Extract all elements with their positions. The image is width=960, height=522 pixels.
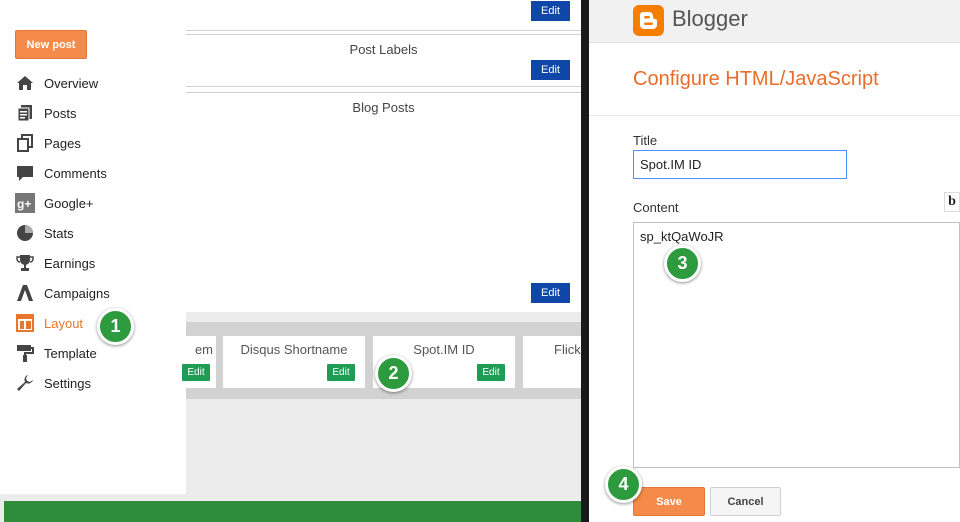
- save-button[interactable]: Save: [633, 487, 705, 516]
- sidebar-item-label: Posts: [44, 105, 77, 121]
- main-column: Edit Post Labels Edit Blog Posts Edit: [186, 0, 581, 312]
- gadget-card-flickr: Flick: [523, 336, 581, 388]
- edit-button[interactable]: Edit: [327, 364, 355, 381]
- sidebar-nav: Overview Posts Pages Comments g+ Google+…: [0, 68, 186, 398]
- sidebar-item-settings[interactable]: Settings: [0, 368, 186, 398]
- edit-button[interactable]: Edit: [477, 364, 505, 381]
- dialog-title: Configure HTML/JavaScript: [633, 68, 879, 90]
- gadget-card-partial: em Edit: [182, 336, 216, 388]
- sidebar: New post Overview Posts Pages Comments g…: [0, 0, 186, 494]
- step-marker-2: 2: [375, 355, 412, 392]
- footer-banner: [4, 501, 585, 522]
- step-marker-1: 1: [97, 308, 134, 345]
- blogger-logo-icon: [633, 5, 664, 36]
- configure-dialog: Blogger Configure HTML/JavaScript Title …: [589, 0, 960, 522]
- step-marker-3: 3: [664, 245, 701, 282]
- comments-icon: [15, 163, 35, 183]
- gadget-title: Blog Posts: [352, 100, 415, 115]
- sidebar-item-label: Earnings: [44, 255, 96, 271]
- sidebar-item-label: Campaigns: [44, 285, 110, 301]
- edit-button[interactable]: Edit: [531, 1, 570, 21]
- svg-text:g+: g+: [17, 197, 31, 211]
- window-divider: [581, 0, 589, 522]
- content-label: Content: [633, 200, 679, 215]
- sidebar-item-stats[interactable]: Stats: [0, 218, 186, 248]
- sidebar-item-label: Settings: [44, 375, 91, 391]
- gadget-card-title: Disqus Shortname: [240, 342, 348, 357]
- sidebar-item-template[interactable]: Template: [0, 338, 186, 368]
- sidebar-item-comments[interactable]: Comments: [0, 158, 186, 188]
- new-post-button[interactable]: New post: [15, 30, 87, 59]
- edit-button[interactable]: Edit: [182, 364, 210, 381]
- bold-button[interactable]: b: [944, 192, 960, 212]
- sidebar-item-label: Layout: [44, 315, 84, 331]
- sidebar-item-layout[interactable]: Layout: [0, 308, 186, 338]
- layout-icon: [15, 313, 35, 333]
- trophy-icon: [15, 253, 35, 273]
- step-marker-4: 4: [605, 466, 642, 503]
- sidebar-item-label: Overview: [44, 75, 99, 91]
- sidebar-item-pages[interactable]: Pages: [0, 128, 186, 158]
- title-input[interactable]: Spot.IM ID: [633, 150, 847, 179]
- posts-icon: [15, 103, 35, 123]
- divider: [589, 115, 960, 116]
- title-label: Title: [633, 133, 658, 148]
- pages-icon: [15, 133, 35, 153]
- home-icon: [15, 73, 35, 93]
- edit-button[interactable]: Edit: [531, 283, 570, 303]
- sidebar-item-overview[interactable]: Overview: [0, 68, 186, 98]
- cancel-button[interactable]: Cancel: [710, 487, 781, 516]
- sidebar-item-posts[interactable]: Posts: [0, 98, 186, 128]
- gadget-post-labels: Post Labels Edit: [186, 34, 581, 87]
- sidebar-item-earnings[interactable]: Earnings: [0, 248, 186, 278]
- sidebar-item-campaigns[interactable]: Campaigns: [0, 278, 186, 308]
- stats-icon: [15, 223, 35, 243]
- sidebar-item-google-plus[interactable]: g+ Google+: [0, 188, 186, 218]
- gadget-top: Edit: [186, 0, 581, 31]
- gadget-card-disqus: Disqus Shortname Edit: [223, 336, 365, 388]
- gadget-title: Post Labels: [349, 42, 418, 57]
- sidebar-item-label: Google+: [44, 195, 94, 211]
- layout-editor: Edit Post Labels Edit Blog Posts Edit em…: [182, 0, 581, 501]
- sidebar-item-label: Pages: [44, 135, 81, 151]
- wrench-icon: [15, 373, 35, 393]
- dialog-header: Blogger: [589, 0, 960, 43]
- sidebar-item-label: Comments: [44, 165, 107, 181]
- gadget-card-title: Flick: [554, 342, 581, 357]
- campaigns-icon: [15, 283, 35, 303]
- google-plus-icon: g+: [15, 193, 35, 213]
- brand-name: Blogger: [672, 6, 748, 31]
- edit-button[interactable]: Edit: [531, 60, 570, 80]
- template-icon: [15, 343, 35, 363]
- sidebar-item-label: Stats: [44, 225, 74, 241]
- sidebar-item-label: Template: [44, 345, 97, 361]
- gadget-card-title: em: [194, 342, 213, 357]
- gadget-blog-posts: Blog Posts Edit: [186, 92, 581, 312]
